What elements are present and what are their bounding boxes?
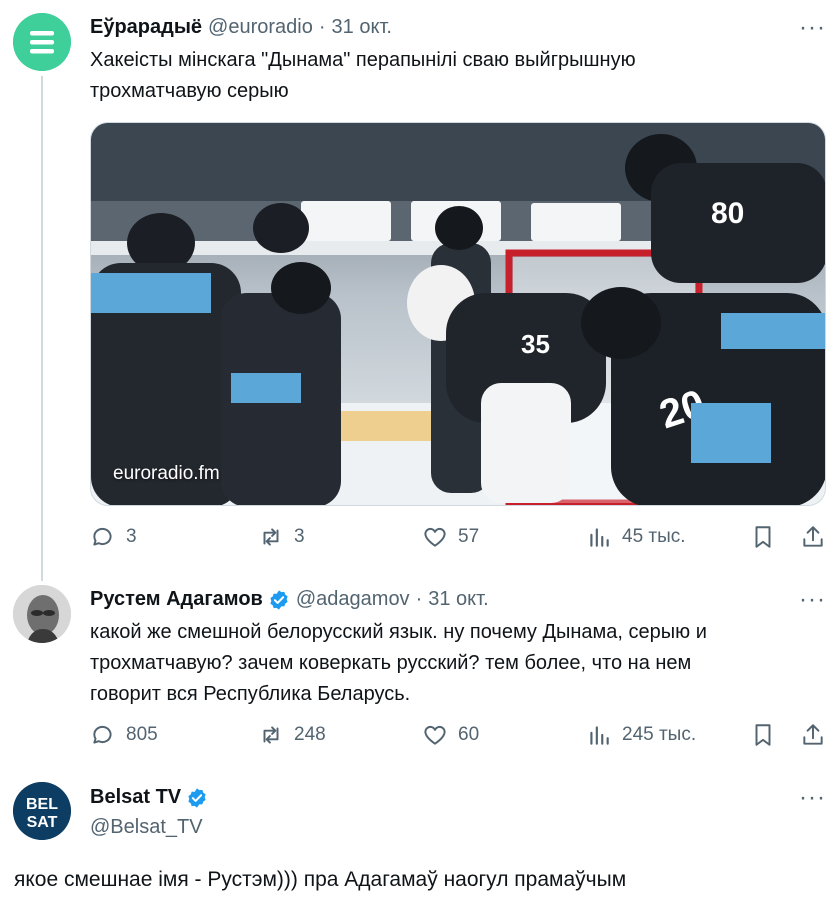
reply-count: 3 [126, 526, 137, 547]
author-handle[interactable]: @adagamov [296, 588, 410, 611]
reply-button[interactable]: 3 [90, 524, 137, 550]
verified-badge-icon [270, 589, 288, 610]
tweet-adagamov[interactable]: Рустем Адагамов @adagamov · 31 окт. ··· … [0, 572, 840, 762]
repost-button[interactable]: 248 [258, 722, 326, 748]
reply-button[interactable]: 805 [90, 722, 158, 748]
tweet-header: Belsat TV [90, 786, 208, 809]
tweet-text-line: говорит вся Республика Беларусь. [90, 683, 411, 705]
tweet-text-line: якое смешнае імя - Рустэм))) пра Адагама… [14, 868, 627, 891]
bookmark-icon[interactable] [750, 722, 776, 748]
belsat-logo-line: SAT [27, 814, 58, 831]
repost-icon [263, 528, 279, 546]
tweet-text-line: трохматчавую серыю [90, 80, 289, 102]
like-button[interactable]: 57 [422, 524, 479, 550]
more-icon[interactable]: ··· [799, 784, 826, 812]
views-count: 245 тыс. [622, 724, 697, 745]
author-name[interactable]: Рустем Адагамов [90, 588, 263, 611]
like-count: 60 [458, 724, 480, 745]
share-icon[interactable] [800, 722, 826, 748]
reply-icon [93, 725, 112, 744]
views-icon [590, 528, 609, 547]
media-watermark: euroradio.fm [113, 463, 220, 484]
tweet-actions: 3 3 57 45 тыс. [90, 524, 826, 556]
author-name[interactable]: Belsat TV [90, 786, 181, 809]
tweet-handle-row: @Belsat_TV [90, 816, 203, 839]
bookmark-icon[interactable] [750, 524, 776, 550]
belsat-logo: BEL SAT [13, 782, 71, 840]
tweet-text: якое смешнае імя - Рустэм))) пра Адагама… [14, 864, 626, 895]
adagamov-avatar[interactable] [13, 585, 71, 643]
more-icon[interactable]: ··· [799, 14, 826, 42]
avatar-photo [13, 585, 71, 643]
tweet-text-line: какой же смешной белорусский язык. ну по… [90, 621, 707, 643]
tweet-text: Хакеісты мінскага "Дынама" перапынілі св… [90, 45, 636, 107]
author-handle[interactable]: @euroradio [208, 16, 313, 39]
repost-button[interactable]: 3 [258, 524, 305, 550]
tweet-date[interactable]: 31 окт. [428, 588, 488, 611]
like-button[interactable]: 60 [422, 722, 479, 748]
verified-badge-icon [188, 787, 206, 808]
repost-count: 3 [294, 526, 305, 547]
like-count: 57 [458, 526, 480, 547]
tweet-header: Еўрарадыё @euroradio · 31 окт. [90, 16, 392, 39]
tweet-actions: 805 248 60 245 тыс. [90, 722, 826, 754]
share-icon[interactable] [800, 524, 826, 550]
tweet-euroradio[interactable]: Еўрарадыё @euroradio · 31 окт. ··· Хакеі… [0, 0, 840, 560]
menu-lines-icon [13, 13, 71, 71]
tweet-text: какой же смешной белорусский язык. ну по… [90, 617, 707, 710]
hockey-photo: 35 80 20 [91, 123, 825, 505]
svg-text:35: 35 [521, 329, 550, 359]
more-icon[interactable]: ··· [799, 586, 826, 614]
tweet-text-line: трохматчавую? зачем коверкать русский? т… [90, 652, 692, 674]
euroradio-avatar[interactable] [13, 13, 71, 71]
tweet-date[interactable]: 31 окт. [332, 16, 392, 39]
tweet-header: Рустем Адагамов @adagamov · 31 окт. [90, 588, 489, 611]
views-button[interactable]: 245 тыс. [586, 722, 696, 748]
tweet-text-line: Хакеісты мінскага "Дынама" перапынілі св… [90, 49, 636, 71]
reply-icon [93, 527, 112, 546]
separator-dot: · [415, 588, 423, 610]
views-icon [590, 726, 609, 745]
reply-count: 805 [126, 724, 158, 745]
author-name[interactable]: Еўрарадыё [90, 16, 202, 39]
like-icon [424, 527, 446, 547]
repost-icon [263, 726, 279, 744]
views-button[interactable]: 45 тыс. [586, 524, 686, 550]
repost-count: 248 [294, 724, 326, 745]
views-count: 45 тыс. [622, 526, 686, 547]
separator-dot: · [318, 16, 326, 38]
tweet-belsat[interactable]: BEL SAT Belsat TV @Belsat_TV ··· якое см… [0, 770, 840, 912]
like-icon [424, 725, 446, 745]
svg-text:80: 80 [711, 197, 744, 230]
belsat-logo-line: BEL [26, 796, 58, 813]
author-handle[interactable]: @Belsat_TV [90, 816, 203, 839]
tweet-media-photo[interactable]: 35 80 20 euroradio.fm [90, 122, 826, 506]
belsat-avatar[interactable]: BEL SAT [13, 782, 71, 840]
